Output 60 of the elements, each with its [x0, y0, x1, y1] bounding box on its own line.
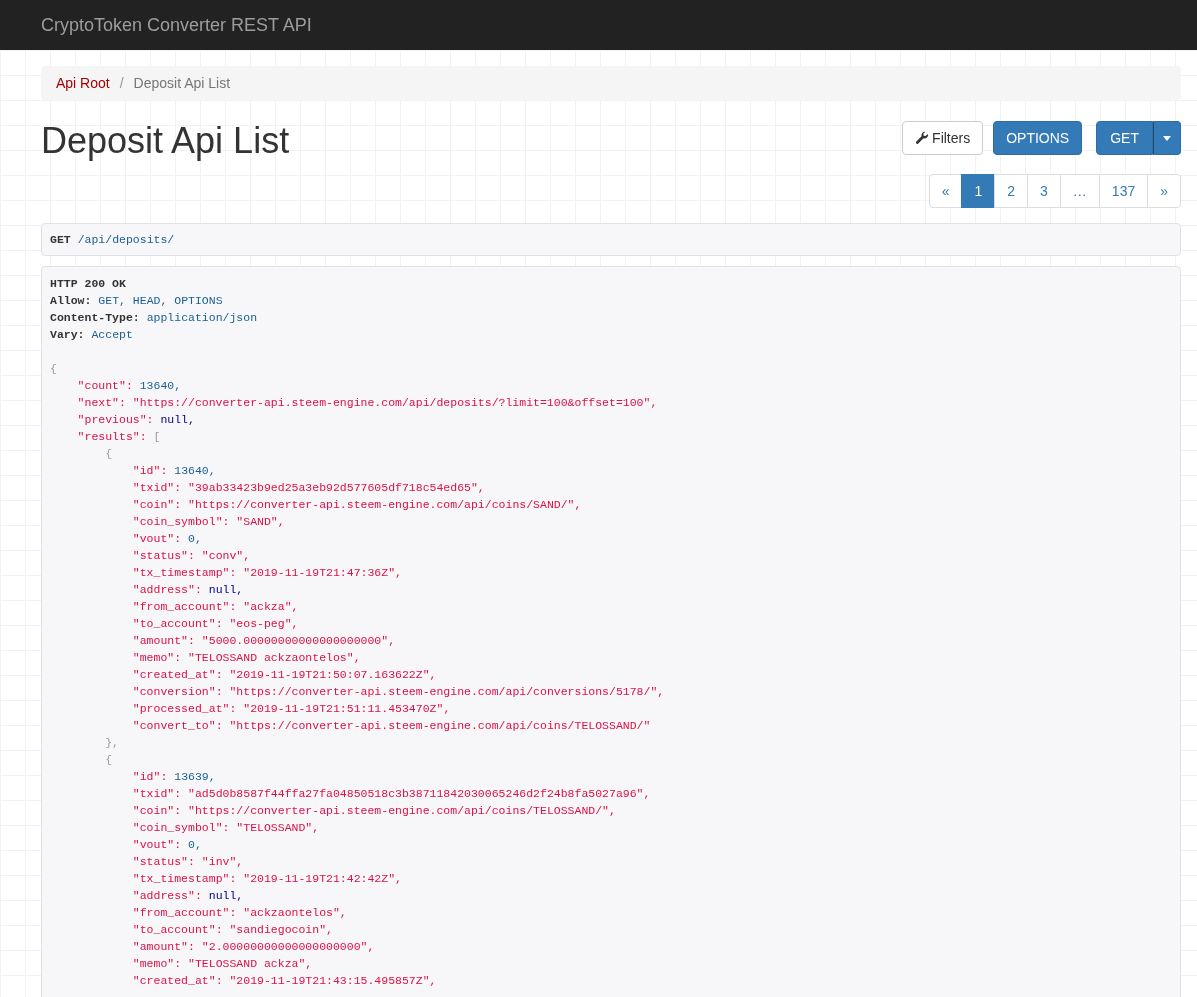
code-line: "coin": "https://converter-api.steem-engine.com/api/coins/TELOSSAND/",: [131, 803, 617, 819]
code-line: "status": "inv",: [131, 854, 245, 870]
code-line: "next": "https://converter-api.steem-engine.com/api/deposits/?limit=100&offset=100",: [76, 395, 659, 411]
options-button[interactable]: OPTIONS: [993, 121, 1083, 155]
code-line: "address": null,: [131, 582, 245, 598]
code-line: },: [104, 735, 120, 751]
code-line: "id": 13639,: [131, 769, 217, 785]
code-line: "memo": "TELOSSAND ackzaontelos",: [131, 650, 362, 666]
code-line: "id": 13640,: [131, 463, 217, 479]
code-line: "txid": "ad5d0b8587f44ffa27fa04850518c3b38711842030065246d2f24b8fa5027a96",: [131, 786, 652, 802]
get-button[interactable]: GET: [1096, 121, 1153, 155]
code-line: "from_account": "ackza",: [131, 599, 300, 615]
page-link[interactable]: …: [1059, 174, 1100, 208]
code-line: "previous": null,: [76, 412, 196, 428]
code-line: "from_account": "ackzaontelos",: [131, 905, 348, 921]
code-line: "vout": 0,: [131, 531, 203, 547]
code-line: "amount": "5000.00000000000000000000",: [131, 633, 397, 649]
breadcrumb-current: Deposit Api List: [133, 75, 231, 91]
code-line: "tx_timestamp": "2019-11-19T21:42:42Z",: [131, 871, 403, 887]
caret-icon: [1163, 135, 1171, 141]
breadcrumb-separator: /: [118, 75, 125, 91]
code-line: "to_account": "sandiegocoin",: [131, 922, 334, 938]
breadcrumb-link[interactable]: Api Root: [56, 75, 110, 91]
page-link[interactable]: 137: [1098, 174, 1149, 208]
code-line: "coin": "https://converter-api.steem-engine.com/api/coins/SAND/",: [131, 497, 583, 513]
code-line: "convert_to": "https://converter-api.steem-engine.com/api/coins/TELOSSAND/": [131, 718, 652, 734]
code-line: "to_account": "eos-peg",: [131, 616, 300, 632]
response-header: Vary: Accept: [50, 327, 134, 343]
page-link[interactable]: »: [1147, 174, 1181, 208]
code-line: {: [104, 446, 114, 462]
code-line: "conversion": "https://converter-api.steem-engine.com/api/conversions/5178/",: [131, 684, 666, 700]
code-line: "tx_timestamp": "2019-11-19T21:47:36Z",: [131, 565, 403, 581]
page-link[interactable]: 1: [961, 174, 996, 208]
filters-button[interactable]: Filters: [902, 121, 984, 155]
page-title: Deposit Api List: [41, 121, 290, 161]
wrench-icon: [915, 131, 930, 145]
request-line: GET /api/deposits/: [50, 233, 175, 246]
code-line: "amount": "2.00000000000000000000",: [131, 939, 376, 955]
code-line: "results": [: [76, 429, 162, 445]
code-line: "created_at": "2019-11-19T21:50:07.163622Z",: [131, 667, 438, 683]
code-line: "coin_symbol": "TELOSSAND",: [131, 820, 321, 836]
code-line: "address": null,: [131, 888, 245, 904]
code-line: {: [50, 361, 58, 377]
code-line: "processed_at": "2019-11-19T21:51:11.453470Z",: [131, 701, 452, 717]
code-line: "created_at": "2019-11-19T21:43:15.495857Z",: [131, 973, 438, 989]
navbar-brand[interactable]: CryptoToken Converter REST API: [41, 14, 312, 36]
code-line: "count": 13640,: [76, 378, 183, 394]
code-line: "vout": 0,: [131, 837, 203, 853]
code-line: {: [104, 752, 114, 768]
page-link[interactable]: «: [928, 174, 963, 208]
code-line: "coin_symbol": "SAND",: [131, 514, 286, 530]
response-status: HTTP 200 OK: [50, 276, 127, 292]
dropdown-toggle[interactable]: [1153, 121, 1181, 155]
code-line: "txid": "39ab33423b9ed25a3eb92d577605df718c54ed65",: [131, 480, 486, 496]
code-line: "status": "conv",: [131, 548, 252, 564]
response-header: Content-Type: application/json: [50, 310, 259, 326]
page-link[interactable]: 3: [1027, 174, 1061, 208]
code-line: "memo": "TELOSSAND ackza",: [131, 956, 314, 972]
page-link[interactable]: 2: [994, 174, 1029, 208]
response-header: Allow: GET, HEAD, OPTIONS: [50, 293, 224, 309]
